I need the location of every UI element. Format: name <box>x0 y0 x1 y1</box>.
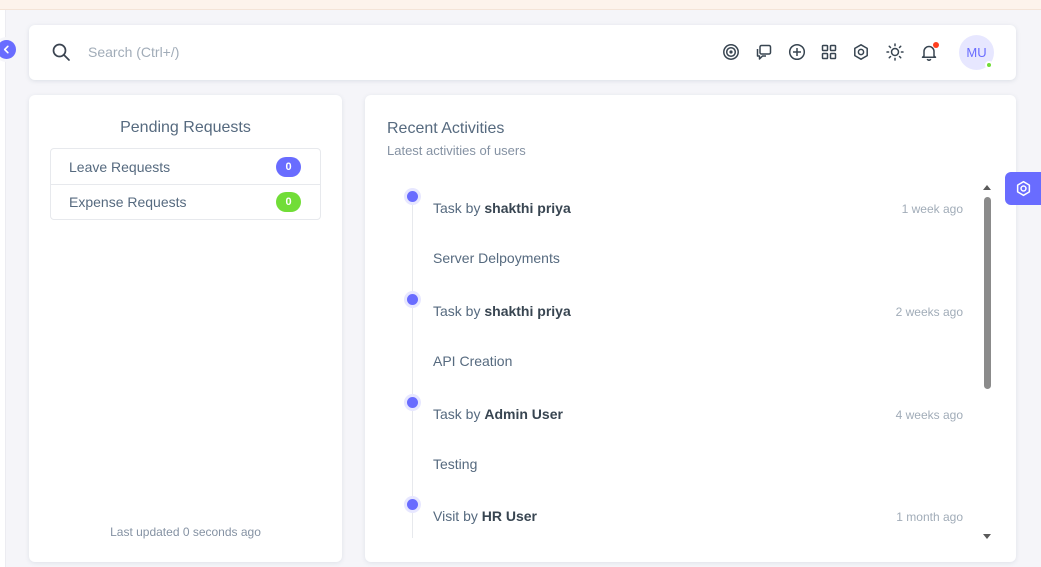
activity-description: Testing <box>433 456 478 472</box>
chevron-left-icon <box>3 45 9 54</box>
timeline-item[interactable]: Task by Admin User 4 weeks ago Testing <box>387 389 963 492</box>
scroll-up-arrow-icon[interactable] <box>983 185 991 190</box>
recent-activities-title: Recent Activities <box>387 120 505 137</box>
activity-user: shakthi priya <box>484 303 571 319</box>
activity-heading: Visit by HR User <box>433 508 538 524</box>
top-banner-strip <box>0 0 1041 10</box>
timeline-dot <box>407 191 418 202</box>
activity-heading: Task by shakthi priya <box>433 200 571 216</box>
expense-count-badge: 0 <box>276 192 301 212</box>
activity-heading: Task by shakthi priya <box>433 303 571 319</box>
timeline-item[interactable]: Task by shakthi priya 2 weeks ago API Cr… <box>387 286 963 389</box>
gear-icon <box>1016 180 1030 197</box>
apps-grid-icon[interactable] <box>820 43 838 61</box>
pending-requests-card: Pending Requests Leave Requests 0 Expens… <box>29 95 342 562</box>
chat-icon[interactable] <box>755 43 773 61</box>
activity-time: 4 weeks ago <box>895 408 963 422</box>
activity-time: 2 weeks ago <box>895 305 963 319</box>
activity-user: HR User <box>481 508 538 524</box>
activity-description: Server Delpoyments <box>433 250 560 266</box>
notification-dot <box>933 42 939 48</box>
activity-description: API Creation <box>433 353 513 369</box>
scroll-down-arrow-icon[interactable] <box>983 534 991 539</box>
timeline-scrollbar[interactable] <box>980 183 994 541</box>
activity-user: Admin User <box>484 406 563 422</box>
recent-activities-card: Recent Activities Latest activities of u… <box>365 95 1016 562</box>
notification-bell-icon[interactable] <box>920 42 939 61</box>
expense-requests-item[interactable]: Expense Requests 0 <box>51 184 320 219</box>
search-input[interactable] <box>88 41 388 63</box>
timeline-dot <box>407 397 418 408</box>
timeline-item[interactable]: Visit by HR User 1 month ago <box>387 491 963 538</box>
request-list: Leave Requests 0 Expense Requests 0 <box>50 148 321 220</box>
scrollbar-thumb[interactable] <box>984 197 991 389</box>
add-circle-icon[interactable] <box>788 43 806 61</box>
sidebar-edge <box>0 10 6 567</box>
theme-sun-icon[interactable] <box>886 43 904 61</box>
target-icon[interactable] <box>722 43 740 61</box>
search-icon[interactable] <box>51 42 71 62</box>
avatar-initials: MU <box>966 45 987 60</box>
activity-time: 1 week ago <box>901 202 963 216</box>
template-customizer-button[interactable] <box>1005 172 1041 205</box>
user-avatar[interactable]: MU <box>959 35 994 70</box>
request-label: Expense Requests <box>69 194 187 210</box>
activity-time: 1 month ago <box>896 510 963 524</box>
timeline-item[interactable]: Task by shakthi priya 1 week ago Server … <box>387 183 963 286</box>
timeline-dot <box>407 499 418 510</box>
timeline-dot <box>407 294 418 305</box>
recent-activities-subtitle: Latest activities of users <box>387 143 526 158</box>
activity-heading: Task by Admin User <box>433 406 563 422</box>
activity-user: shakthi priya <box>484 200 571 216</box>
settings-icon[interactable] <box>852 43 870 61</box>
sidebar-toggle-button[interactable] <box>0 40 16 59</box>
pending-requests-title: Pending Requests <box>120 119 251 136</box>
last-updated-text: Last updated 0 seconds ago <box>110 525 261 539</box>
request-label: Leave Requests <box>69 158 171 175</box>
online-status-dot <box>985 61 993 69</box>
activity-timeline: Task by shakthi priya 1 week ago Server … <box>387 183 987 538</box>
top-navbar: MU <box>29 25 1016 80</box>
leave-requests-item[interactable]: Leave Requests 0 <box>51 149 320 184</box>
leave-count-badge: 0 <box>276 156 301 177</box>
